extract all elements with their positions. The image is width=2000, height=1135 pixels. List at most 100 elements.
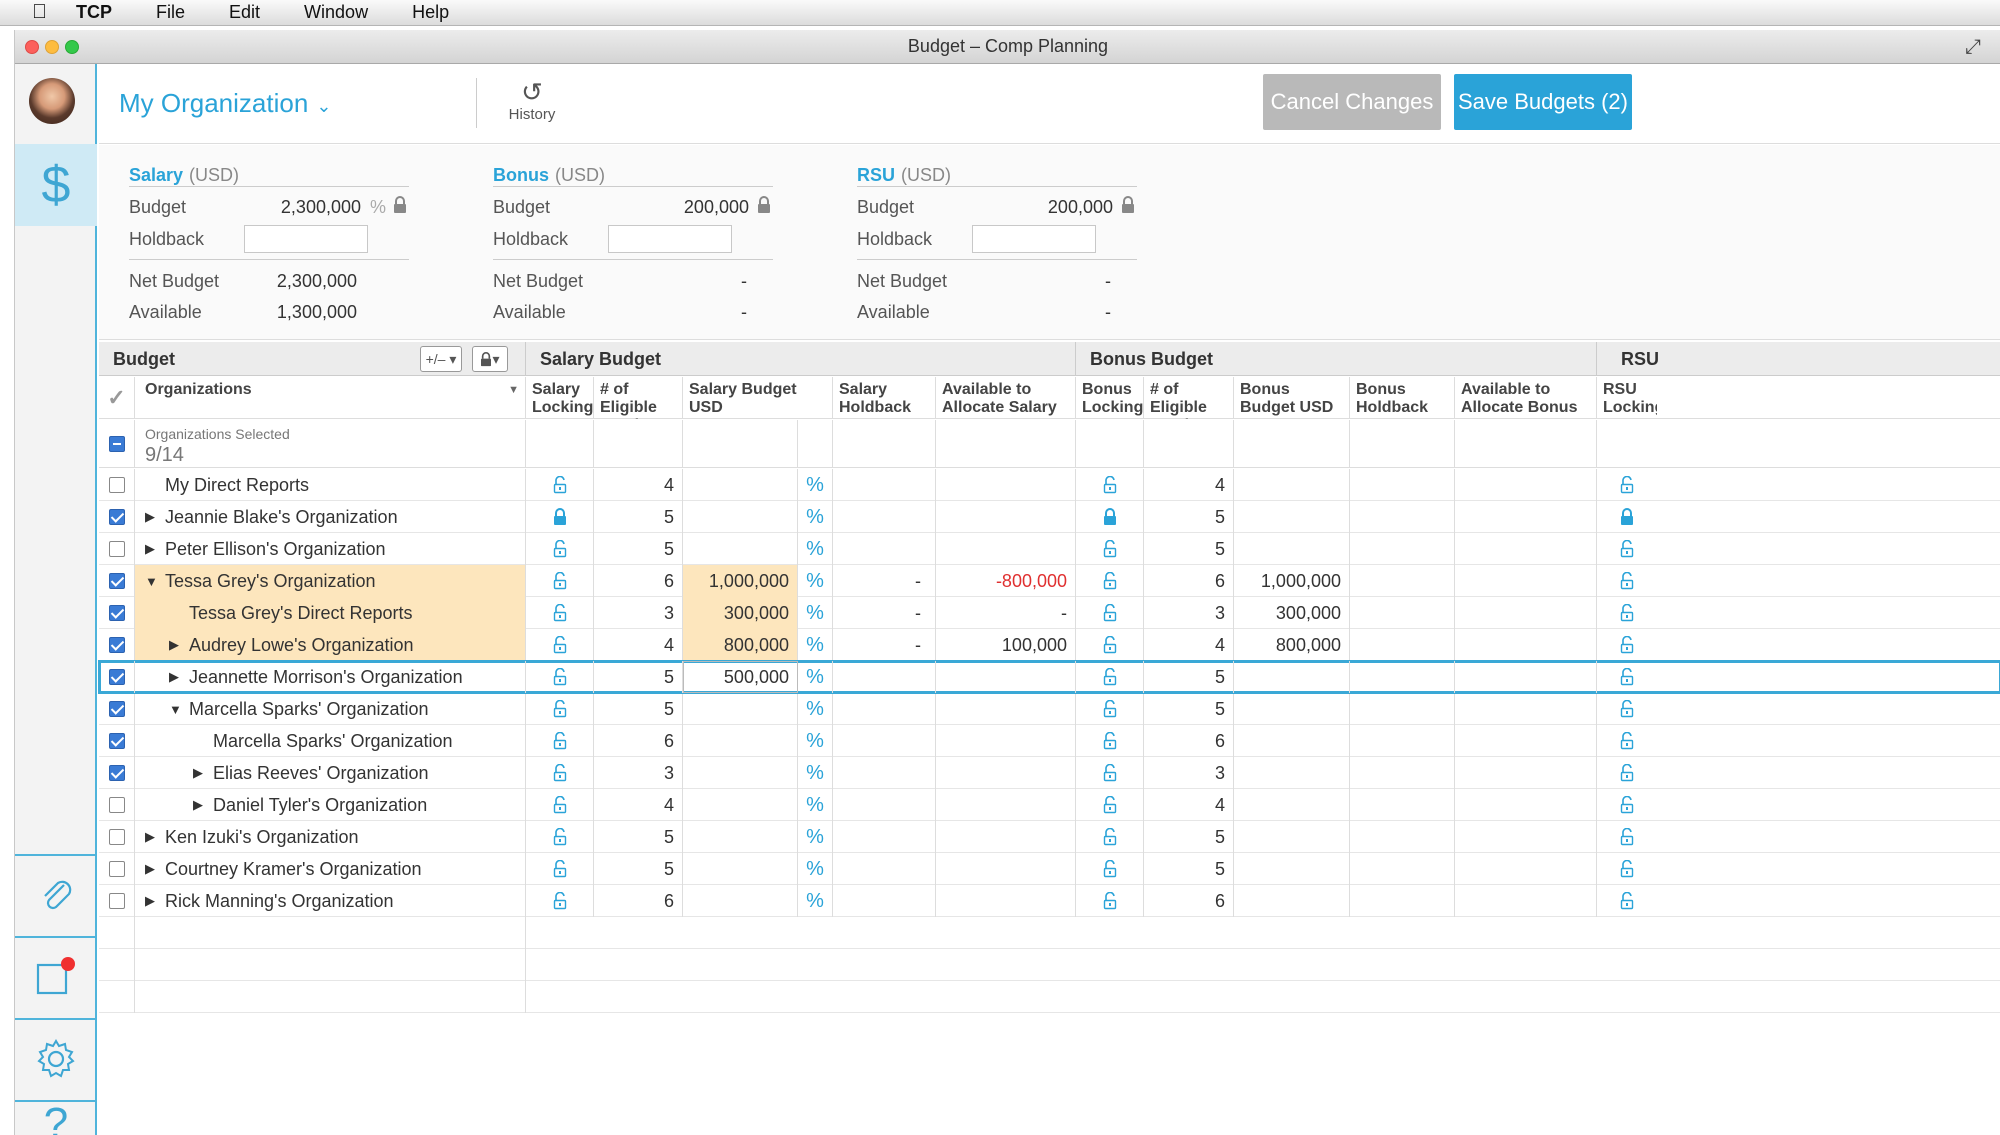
unlock-icon[interactable] bbox=[1597, 725, 1657, 757]
unlock-icon[interactable] bbox=[526, 757, 594, 789]
unlock-icon[interactable] bbox=[1597, 693, 1657, 725]
unlock-icon[interactable] bbox=[526, 853, 594, 885]
bonus-budget-cell[interactable] bbox=[1234, 725, 1350, 757]
percent-toggle[interactable]: % bbox=[798, 469, 833, 501]
select-all-check-icon[interactable]: ✓ bbox=[99, 377, 135, 419]
org-name-cell[interactable]: ▶ Jeannie Blake's Organization bbox=[135, 501, 526, 533]
org-name-cell[interactable]: Marcella Sparks' Organization bbox=[135, 725, 526, 757]
save-budgets-button[interactable]: Save Budgets (2) bbox=[1454, 74, 1632, 130]
salary-budget-input[interactable]: 500,000 bbox=[683, 661, 798, 693]
lock-menu-button[interactable]: ▾ bbox=[472, 346, 508, 372]
unlock-icon[interactable] bbox=[1597, 565, 1657, 597]
table-row[interactable]: ▶ Jeannie Blake's Organization 5% 5 bbox=[99, 501, 2000, 533]
percent-toggle[interactable]: % bbox=[798, 789, 833, 821]
salary-budget-input[interactable] bbox=[683, 789, 798, 821]
unlock-icon[interactable] bbox=[1597, 533, 1657, 565]
org-name-cell[interactable]: ▶ Ken Izuki's Organization bbox=[135, 821, 526, 853]
bonus-budget-cell[interactable]: 800,000 bbox=[1234, 629, 1350, 661]
row-checkbox[interactable] bbox=[99, 885, 135, 917]
org-selector[interactable]: My Organization ⌄ bbox=[119, 88, 331, 119]
unlock-icon[interactable] bbox=[1597, 885, 1657, 917]
help-icon[interactable]: ? bbox=[15, 1099, 97, 1135]
expand-arrow-icon[interactable]: ▶ bbox=[193, 797, 209, 813]
salary-budget-input[interactable]: 300,000 bbox=[683, 597, 798, 629]
percent-toggle[interactable]: % bbox=[798, 533, 833, 565]
org-name-cell[interactable]: Tessa Grey's Direct Reports bbox=[135, 597, 526, 629]
col-bonus-available[interactable]: Available to Allocate Bonus USD bbox=[1455, 377, 1597, 419]
unlock-icon[interactable] bbox=[1076, 725, 1144, 757]
salary-budget-input[interactable] bbox=[683, 533, 798, 565]
org-name-cell[interactable]: ▼ Marcella Sparks' Organization bbox=[135, 693, 526, 725]
minimize-window-button[interactable] bbox=[45, 40, 59, 54]
col-salary-holdback[interactable]: Salary Holdback USD bbox=[833, 377, 936, 419]
percent-toggle[interactable]: % bbox=[798, 725, 833, 757]
table-row[interactable]: ▶ Ken Izuki's Organization 5% 5 bbox=[99, 821, 2000, 853]
unlock-icon[interactable] bbox=[526, 597, 594, 629]
apple-icon[interactable]:  bbox=[32, 1, 56, 24]
expand-arrow-icon[interactable]: ▶ bbox=[193, 765, 209, 781]
table-row[interactable]: ▶ Daniel Tyler's Organization 4% 4 bbox=[99, 789, 2000, 821]
unlock-icon[interactable] bbox=[1076, 565, 1144, 597]
unlock-icon[interactable] bbox=[526, 661, 594, 693]
unlock-icon[interactable] bbox=[526, 469, 594, 501]
notifications-icon[interactable] bbox=[15, 936, 97, 1016]
col-bonus-holdback[interactable]: Bonus Holdback USD bbox=[1350, 377, 1455, 419]
unlock-icon[interactable] bbox=[1076, 757, 1144, 789]
table-row[interactable]: ▶ Rick Manning's Organization 6% 6 bbox=[99, 885, 2000, 917]
expand-arrow-icon[interactable]: ▶ bbox=[169, 637, 185, 653]
table-row[interactable]: ▼ Tessa Grey's Organization 6 1,000,000% - -8… bbox=[99, 565, 2000, 597]
col-salary-available[interactable]: Available to Allocate Salary USD bbox=[936, 377, 1076, 419]
percent-toggle[interactable]: % bbox=[798, 693, 833, 725]
percent-toggle[interactable]: % bbox=[798, 597, 833, 629]
row-checkbox[interactable] bbox=[99, 757, 135, 789]
row-checkbox[interactable] bbox=[99, 853, 135, 885]
table-row[interactable]: ▼ Marcella Sparks' Organization 5% 5 bbox=[99, 693, 2000, 725]
lock-icon[interactable] bbox=[757, 195, 773, 219]
lock-icon[interactable] bbox=[1121, 195, 1137, 219]
unlock-icon[interactable] bbox=[1597, 757, 1657, 789]
col-salary-budget[interactable]: Salary Budget USD bbox=[683, 377, 833, 419]
unlock-icon[interactable] bbox=[526, 789, 594, 821]
bonus-budget-cell[interactable] bbox=[1234, 885, 1350, 917]
unlock-icon[interactable] bbox=[526, 693, 594, 725]
cancel-changes-button[interactable]: Cancel Changes bbox=[1263, 74, 1441, 130]
gear-icon[interactable] bbox=[15, 1018, 97, 1098]
col-salary-locking[interactable]: Salary Locking bbox=[526, 377, 594, 419]
expand-collapse-button[interactable]: +/– ▾ bbox=[420, 346, 462, 372]
table-row[interactable]: My Direct Reports 4% 4 bbox=[99, 469, 2000, 501]
budget-nav-icon[interactable]: $ bbox=[15, 144, 97, 226]
salary-budget-input[interactable] bbox=[683, 885, 798, 917]
col-bonus-locking[interactable]: Bonus Locking bbox=[1076, 377, 1144, 419]
bonus-budget-cell[interactable] bbox=[1234, 757, 1350, 789]
bonus-budget-cell[interactable] bbox=[1234, 853, 1350, 885]
table-row[interactable]: ▶ Jeannette Morrison's Organization 5 500,0… bbox=[98, 660, 2000, 694]
table-row[interactable]: ▶ Courtney Kramer's Organization 5% 5 bbox=[99, 853, 2000, 885]
bonus-budget-cell[interactable] bbox=[1234, 693, 1350, 725]
collapse-arrow-icon[interactable]: ▼ bbox=[145, 574, 161, 589]
unlock-icon[interactable] bbox=[1076, 693, 1144, 725]
bonus-budget-cell[interactable] bbox=[1234, 533, 1350, 565]
table-row[interactable]: Tessa Grey's Direct Reports 3 300,000% - -3 3… bbox=[99, 597, 2000, 629]
salary-budget-input[interactable] bbox=[683, 693, 798, 725]
unlock-icon[interactable] bbox=[1076, 661, 1144, 693]
attachment-icon[interactable] bbox=[15, 854, 97, 934]
close-window-button[interactable] bbox=[25, 40, 39, 54]
row-checkbox[interactable] bbox=[99, 533, 135, 565]
unlock-icon[interactable] bbox=[1076, 597, 1144, 629]
percent-toggle[interactable]: % bbox=[798, 501, 833, 533]
col-bonus-budget[interactable]: Bonus Budget USD bbox=[1234, 377, 1350, 419]
lock-icon[interactable] bbox=[393, 195, 409, 219]
percent-toggle[interactable]: % bbox=[798, 661, 833, 693]
unlock-icon[interactable] bbox=[526, 629, 594, 661]
unlock-icon[interactable] bbox=[526, 725, 594, 757]
col-salary-eligible[interactable]: # of Eligible Employees bbox=[594, 377, 683, 419]
salary-percent-toggle[interactable]: % bbox=[367, 197, 389, 218]
sort-icon[interactable]: ▼ bbox=[508, 381, 519, 399]
unlock-icon[interactable] bbox=[1076, 469, 1144, 501]
bonus-budget-cell[interactable] bbox=[1234, 661, 1350, 693]
salary-budget-input[interactable] bbox=[683, 725, 798, 757]
salary-budget-input[interactable]: 800,000 bbox=[683, 629, 798, 661]
unlock-icon[interactable] bbox=[1597, 629, 1657, 661]
salary-budget-input[interactable] bbox=[683, 821, 798, 853]
table-row[interactable]: ▶ Audrey Lowe's Organization 4 800,000% -100… bbox=[99, 629, 2000, 661]
